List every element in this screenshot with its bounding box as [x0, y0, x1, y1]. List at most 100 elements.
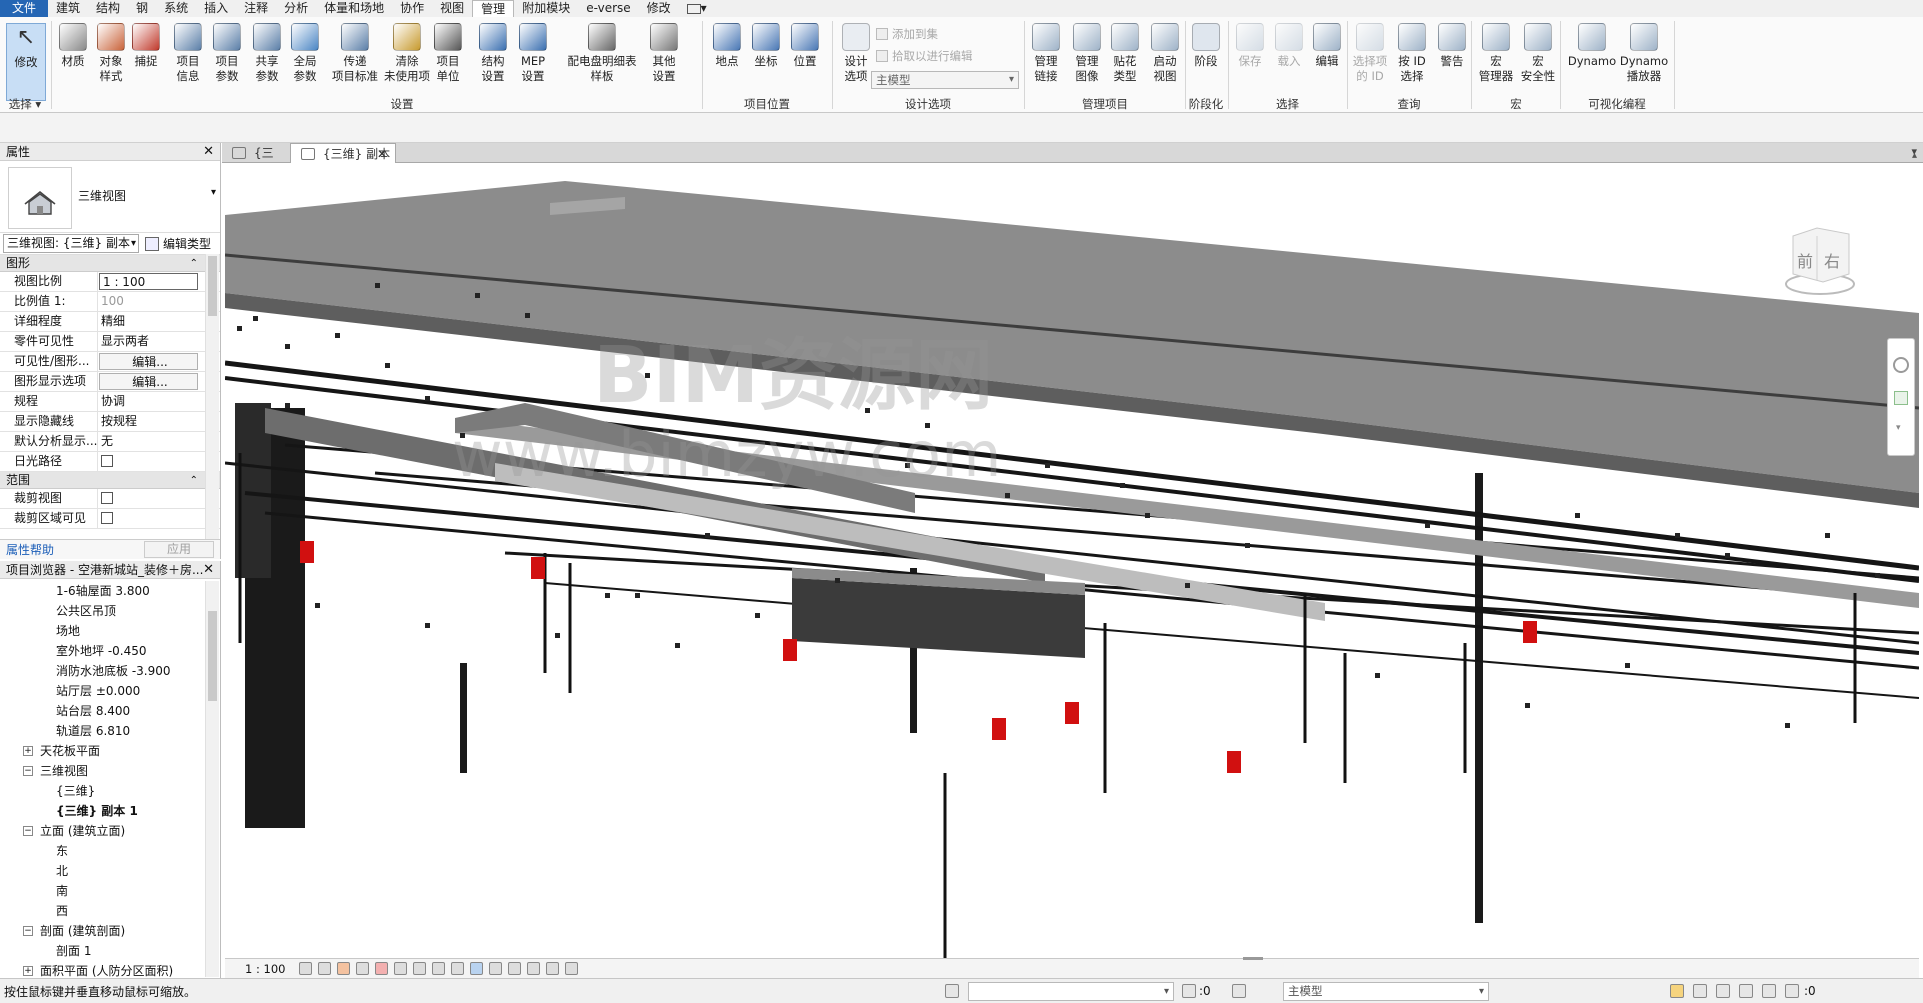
menu-item-11[interactable]: 管理	[472, 0, 515, 18]
crop-view-icon[interactable]	[394, 962, 407, 975]
material-sphere-button[interactable]: 材质	[55, 23, 91, 69]
zoom-icon[interactable]	[1894, 391, 1908, 405]
select-by-face-icon[interactable]	[1739, 984, 1753, 998]
dynamo-button[interactable]: Dynamo	[1567, 23, 1617, 69]
properties-scrollbar[interactable]	[205, 254, 219, 539]
browser-item[interactable]: − 立面 (建筑立面)	[0, 821, 204, 841]
property-value[interactable]: 无	[98, 432, 202, 451]
tab-0[interactable]: {三维}	[222, 143, 290, 180]
collapse-icon[interactable]: ⌃	[190, 472, 198, 489]
reveal-constraints-icon[interactable]	[565, 962, 578, 975]
dynamo-player-button[interactable]: Dynamo 播放器	[1619, 23, 1669, 84]
viewcube-front-face[interactable]: 前	[1797, 248, 1813, 272]
coordinates-button[interactable]: 坐标	[747, 23, 785, 69]
close-icon[interactable]: ✕	[377, 144, 387, 164]
menu-item-10[interactable]: 视图	[432, 0, 472, 17]
browser-item[interactable]: {三维} 副本 1	[0, 801, 204, 821]
pick-to-edit-command[interactable]: 拾取以进行编辑	[876, 48, 973, 64]
collapse-icon[interactable]: −	[23, 826, 33, 836]
property-checkbox[interactable]	[98, 489, 202, 508]
browser-item[interactable]: {三维}	[0, 781, 204, 801]
menu-item-3[interactable]: 钢	[128, 0, 156, 17]
browser-item[interactable]: 剖面 1	[0, 941, 204, 961]
workset-selector[interactable]	[968, 981, 1174, 1001]
resize-grip[interactable]	[1243, 957, 1263, 960]
macro-security-button[interactable]: 宏 安全性	[1518, 23, 1558, 84]
menu-item-6[interactable]: 注释	[236, 0, 276, 17]
browser-item[interactable]: 站台层 8.400	[0, 701, 204, 721]
globe-location-button[interactable]: 地点	[708, 23, 746, 69]
select-panel-label[interactable]: 选择 ▾	[0, 97, 50, 112]
collapse-icon[interactable]: −	[23, 926, 33, 936]
quick-access-dropdown-icon[interactable]: ▾	[679, 0, 715, 17]
manage-links-button[interactable]: 管理 链接	[1027, 23, 1065, 84]
shared-params-button[interactable]: 共享 参数	[247, 23, 287, 84]
structural-settings-button[interactable]: 结构 设置	[473, 23, 513, 84]
section-header-1[interactable]: 范围 ⌃	[0, 472, 220, 489]
browser-scrollbar[interactable]	[205, 581, 219, 977]
close-icon[interactable]: ✕	[203, 561, 214, 578]
position-button[interactable]: 位置	[786, 23, 824, 69]
menu-item-14[interactable]: 修改	[639, 0, 679, 17]
property-value[interactable]: 编辑...	[99, 353, 198, 370]
highlight-displacement-icon[interactable]	[546, 962, 559, 975]
panel-schedule-button[interactable]: 配电盘明细表 样板	[562, 23, 642, 84]
visual-style-icon[interactable]	[318, 962, 331, 975]
property-value[interactable]: 按规程	[98, 412, 202, 431]
property-checkbox[interactable]	[98, 452, 202, 471]
menu-item-8[interactable]: 体量和场地	[316, 0, 392, 17]
temporary-hide-icon[interactable]	[451, 962, 464, 975]
design-options-button[interactable]: 设计 选项	[836, 23, 876, 84]
property-value[interactable]: 显示两者	[98, 332, 202, 351]
drawing-area[interactable]: BIM资源网 www.bimzyw.com	[225, 163, 1919, 959]
edit-selection-button[interactable]: 编辑	[1308, 23, 1346, 69]
save-selection-button[interactable]: 保存	[1231, 23, 1269, 69]
browser-item[interactable]: − 剖面 (建筑剖面)	[0, 921, 204, 941]
menu-item-4[interactable]: 系统	[156, 0, 196, 17]
drag-elements-icon[interactable]	[1762, 984, 1776, 998]
object-styles-button[interactable]: 对象 样式	[91, 23, 131, 84]
rendering-icon[interactable]	[375, 962, 388, 975]
collapse-icon[interactable]: ⌃	[190, 255, 198, 272]
purge-unused-button[interactable]: 清除 未使用项	[381, 23, 433, 84]
project-info-button[interactable]: 项目 信息	[168, 23, 208, 84]
lock-3d-view-icon[interactable]	[432, 962, 445, 975]
project-params-button[interactable]: 项目 参数	[207, 23, 247, 84]
browser-item[interactable]: 站厅层 ±0.000	[0, 681, 204, 701]
phases-button[interactable]: 阶段	[1186, 23, 1226, 69]
reveal-hidden-icon[interactable]	[470, 962, 483, 975]
property-value[interactable]: 编辑...	[99, 373, 198, 390]
menu-item-7[interactable]: 分析	[276, 0, 316, 17]
decal-types-button[interactable]: 贴花 类型	[1106, 23, 1144, 84]
tab-1[interactable]: {三维} 副本 1✕	[290, 143, 396, 181]
design-option-combo[interactable]: 主模型	[871, 71, 1019, 89]
menu-item-1[interactable]: 建筑	[48, 0, 88, 17]
view-cube[interactable]: 前 右	[1783, 222, 1857, 302]
properties-help-link[interactable]: 属性帮助	[0, 541, 54, 558]
worksharing-display-icon[interactable]	[508, 962, 521, 975]
macro-manager-button[interactable]: 宏 管理器	[1476, 23, 1516, 84]
type-selector[interactable]: 三维视图 ▾	[0, 161, 220, 233]
browser-item[interactable]: 室外地坪 -0.450	[0, 641, 204, 661]
ids-of-selection-button[interactable]: 选择项 的 ID	[1350, 23, 1390, 84]
browser-item[interactable]: 西	[0, 901, 204, 921]
select-by-id-button[interactable]: 按 ID 选择	[1392, 23, 1432, 84]
steering-wheel-icon[interactable]	[1893, 357, 1909, 373]
browser-item[interactable]: 南	[0, 881, 204, 901]
property-value[interactable]: 精细	[98, 312, 202, 331]
browser-item[interactable]: − 三维视图	[0, 761, 204, 781]
starting-view-button[interactable]: 启动 视图	[1146, 23, 1184, 84]
expand-icon[interactable]: +	[23, 746, 33, 756]
detail-level-icon[interactable]	[299, 962, 312, 975]
analytical-model-icon[interactable]	[527, 962, 540, 975]
other-settings-button[interactable]: 其他 设置	[644, 23, 684, 84]
viewcube-right-face[interactable]: 右	[1824, 248, 1840, 272]
browser-item[interactable]: 北	[0, 861, 204, 881]
browser-item[interactable]: 场地	[0, 621, 204, 641]
menu-item-0[interactable]: 文件	[0, 0, 49, 17]
collapse-icon[interactable]: −	[23, 766, 33, 776]
load-selection-button[interactable]: 载入	[1270, 23, 1308, 69]
project-units-button[interactable]: 项目 单位	[429, 23, 467, 84]
select-underlay-icon[interactable]	[1693, 984, 1707, 998]
select-pinned-icon[interactable]	[1716, 984, 1730, 998]
